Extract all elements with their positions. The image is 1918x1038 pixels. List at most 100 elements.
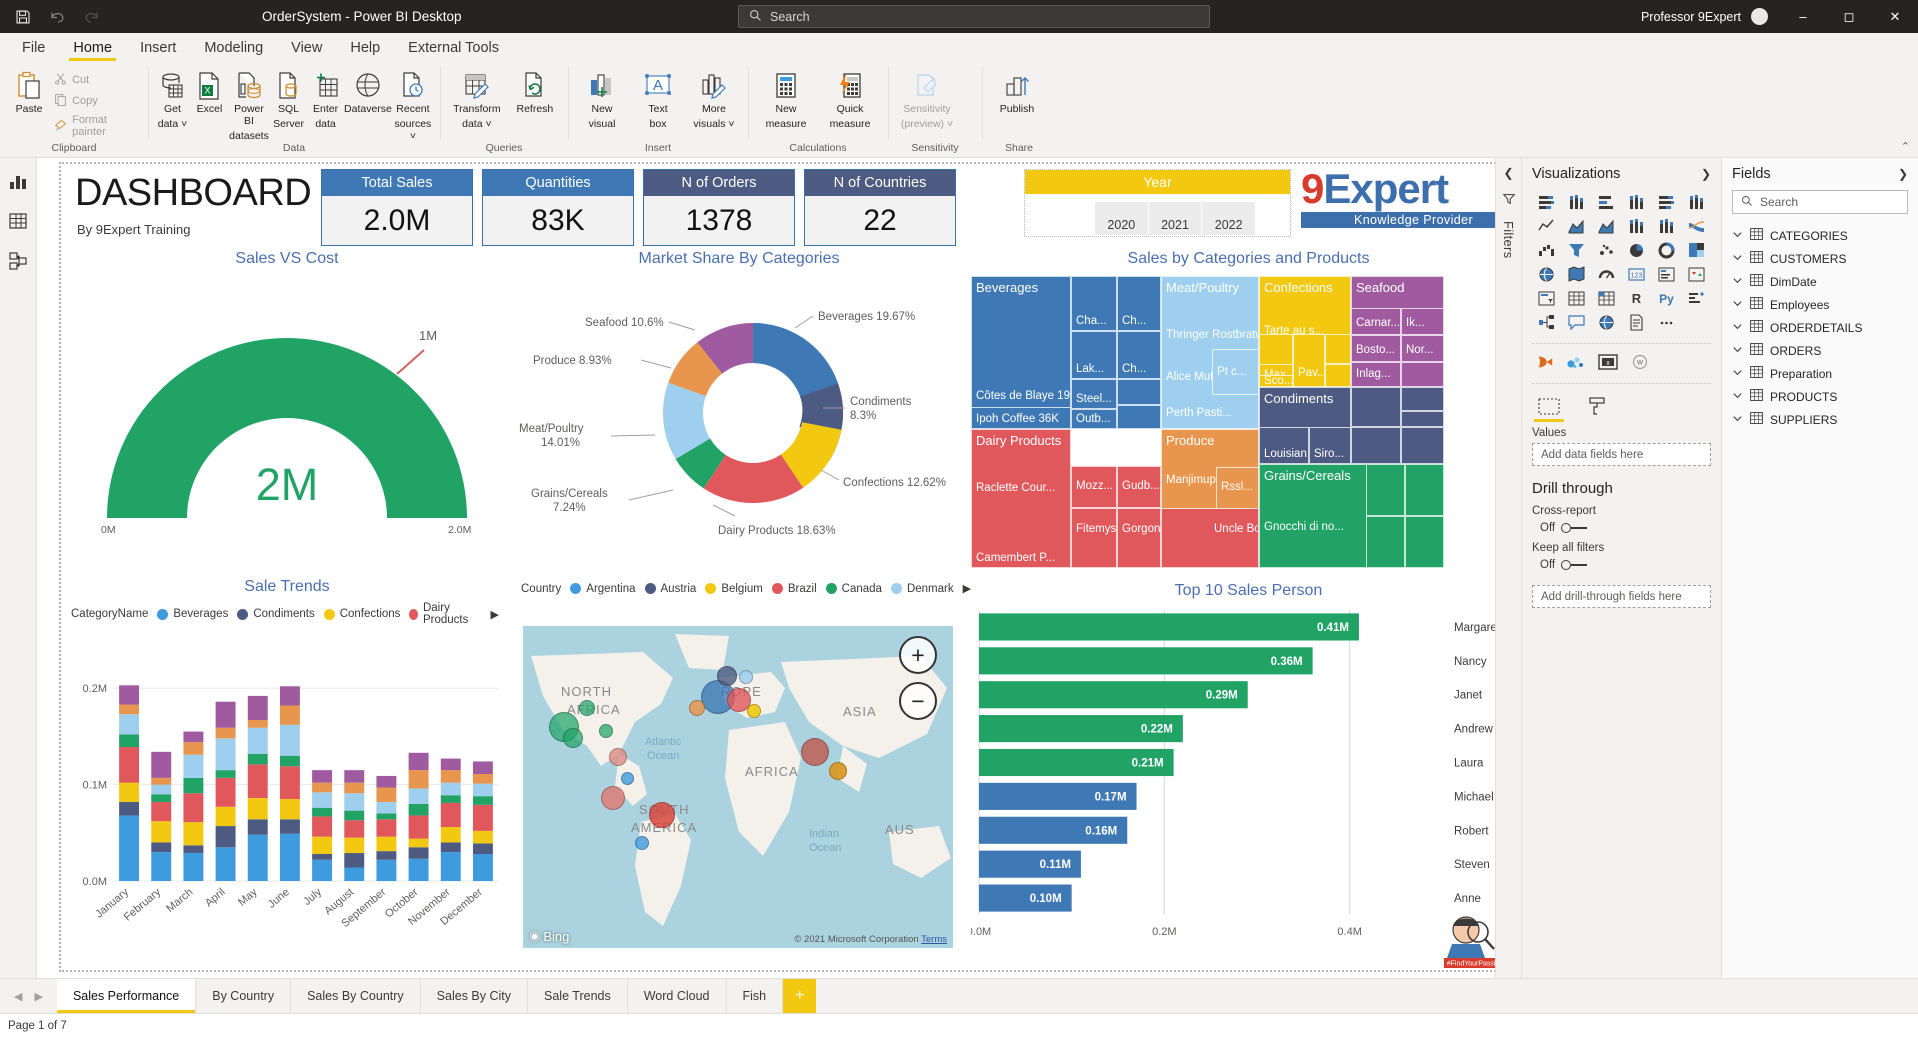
stacked-column-chart-icon[interactable] — [1562, 192, 1590, 213]
treemap-icon[interactable] — [1683, 240, 1711, 261]
bar-segment[interactable] — [248, 835, 268, 881]
treemap-cell-gudb[interactable]: Gudb... — [1117, 466, 1161, 508]
field-table-row[interactable]: ORDERDETAILS — [1732, 316, 1908, 339]
treemap-cell-grain-d[interactable] — [1405, 516, 1444, 568]
treemap-cell-cha[interactable]: Cha... — [1071, 276, 1117, 331]
treemap-cell-louisian[interactable]: Louisian... — [1259, 427, 1309, 464]
r-script-icon[interactable]: R — [1622, 288, 1650, 309]
slicer-option-2020[interactable]: 2020 — [1095, 202, 1149, 235]
multi-row-card-icon[interactable] — [1653, 264, 1681, 285]
decomposition-tree-icon[interactable] — [1532, 312, 1560, 333]
map-terms-link[interactable]: Terms — [921, 934, 947, 945]
filter-icon[interactable] — [1502, 192, 1516, 209]
field-table-row[interactable]: CATEGORIES — [1732, 224, 1908, 247]
bar-segment[interactable] — [151, 794, 171, 802]
bar-segment[interactable] — [441, 770, 461, 783]
paste-button[interactable]: Paste — [6, 66, 52, 116]
bar-segment[interactable] — [280, 799, 300, 819]
bar-segment[interactable] — [344, 868, 364, 881]
bar-segment[interactable] — [216, 807, 236, 826]
bar-segment[interactable] — [248, 764, 268, 798]
bar-segment[interactable] — [473, 854, 493, 881]
map-icon[interactable] — [1532, 264, 1560, 285]
bar-segment[interactable] — [344, 853, 364, 867]
treemap-cell-bosto[interactable]: Bosto... — [1351, 335, 1401, 362]
chevron-down-icon[interactable] — [1732, 413, 1743, 427]
add-page-button[interactable]: + — [783, 979, 816, 1013]
treemap-cell-siro[interactable]: Siro... — [1309, 427, 1351, 464]
search-input[interactable]: Search — [738, 5, 1210, 28]
chevron-down-icon[interactable] — [1732, 252, 1743, 266]
bar-segment[interactable] — [183, 822, 203, 845]
treemap-cell-cond-d[interactable] — [1351, 427, 1401, 464]
bar-segment[interactable] — [280, 834, 300, 881]
text-box-button[interactable]: A Text box — [630, 66, 686, 131]
bar-segment[interactable] — [248, 720, 268, 728]
quick-measure-button[interactable]: Quick measure — [818, 66, 882, 131]
kpi-card-quantities[interactable]: Quantities 83K — [482, 169, 634, 246]
legend-item-dairy[interactable]: Dairy Products — [409, 602, 481, 626]
excel-button[interactable]: X Excel — [191, 66, 228, 116]
map-bubble[interactable] — [717, 666, 737, 686]
chevron-down-icon[interactable] — [1732, 298, 1743, 312]
legend-item-canada[interactable]: Canada — [826, 583, 882, 595]
visual-bar-top10-sales-person[interactable]: Top 10 Sales Person 0.0M0.2M0.4M0.41MMar… — [971, 578, 1521, 974]
bar-segment[interactable] — [409, 815, 429, 838]
image-visual-icon[interactable]: x — [1598, 354, 1618, 373]
more-options-icon[interactable] — [1653, 312, 1681, 333]
map-bubble[interactable] — [801, 738, 829, 766]
treemap-cell-bev-b[interactable] — [1117, 405, 1161, 429]
paginated-report-icon[interactable] — [1622, 312, 1650, 333]
publish-button[interactable]: Publish — [988, 66, 1046, 116]
100-stacked-bar-icon[interactable] — [1653, 192, 1681, 213]
bar-segment[interactable] — [280, 756, 300, 767]
kpi-card-n-of-countries[interactable]: N of Countries 22 — [804, 169, 956, 246]
treemap-cell-pav[interactable]: Pav... — [1293, 334, 1325, 387]
bar-segment[interactable] — [441, 852, 461, 881]
power-bi-datasets-button[interactable]: Power BI datasets — [228, 66, 270, 142]
chevron-left-icon[interactable]: ❮ — [1503, 166, 1513, 180]
bar-segment[interactable] — [344, 811, 364, 821]
bar-segment[interactable] — [151, 821, 171, 842]
area-chart-icon[interactable] — [1562, 216, 1590, 237]
page-tab-by-country[interactable]: By Country — [196, 979, 291, 1013]
treemap-cell-cond-b[interactable] — [1401, 387, 1444, 411]
year-slicer[interactable]: Year 2020 2021 2022 — [1024, 169, 1291, 237]
page-tab-sales-by-country[interactable]: Sales By Country — [291, 979, 421, 1013]
bar-segment[interactable] — [441, 759, 461, 771]
bar-segment[interactable] — [312, 783, 332, 793]
bar-segment[interactable] — [473, 784, 493, 797]
page-tab-fish[interactable]: Fish — [727, 979, 784, 1013]
bar-segment[interactable] — [151, 778, 171, 785]
more-visuals-button[interactable]: More visuals ˅ — [686, 66, 742, 131]
bar-segment[interactable] — [473, 761, 493, 774]
treemap-cell-sea-a[interactable] — [1401, 362, 1444, 387]
format-tab-icon[interactable] — [1584, 394, 1610, 418]
line-chart-icon[interactable] — [1532, 216, 1560, 237]
legend-item-brazil[interactable]: Brazil — [772, 583, 817, 595]
next-page-icon[interactable]: ▶ — [34, 990, 42, 1003]
bar-segment[interactable] — [441, 803, 461, 827]
map-bubble[interactable] — [579, 700, 595, 716]
chevron-down-icon[interactable] — [1732, 321, 1743, 335]
bar-segment[interactable] — [409, 770, 429, 788]
kpi-icon[interactable] — [1683, 264, 1711, 285]
bar-segment[interactable] — [473, 796, 493, 805]
bar-segment[interactable] — [280, 725, 300, 756]
report-page[interactable]: DASHBOARD By 9Expert Training Total Sale… — [59, 162, 1499, 972]
chevron-down-icon[interactable] — [1732, 390, 1743, 404]
bar-segment[interactable] — [312, 792, 332, 807]
page-tab-sales-performance[interactable]: Sales Performance — [57, 979, 196, 1013]
treemap-cell-sco[interactable]: Sco... — [1259, 375, 1293, 387]
bar-segment[interactable] — [441, 795, 461, 803]
treemap-cell-inlag[interactable]: Inlag... — [1351, 362, 1401, 387]
model-view-icon[interactable] — [7, 250, 29, 272]
slicer-option-2022[interactable]: 2022 — [1202, 202, 1255, 235]
values-dropzone[interactable]: Add data fields here — [1532, 443, 1711, 466]
save-icon[interactable] — [14, 8, 32, 26]
drill-through-dropzone[interactable]: Add drill-through fields here — [1532, 585, 1711, 608]
map-bubble[interactable] — [601, 786, 625, 810]
map-bubble[interactable] — [621, 772, 634, 785]
bar-segment[interactable] — [216, 847, 236, 881]
map-bubble[interactable] — [739, 670, 753, 684]
